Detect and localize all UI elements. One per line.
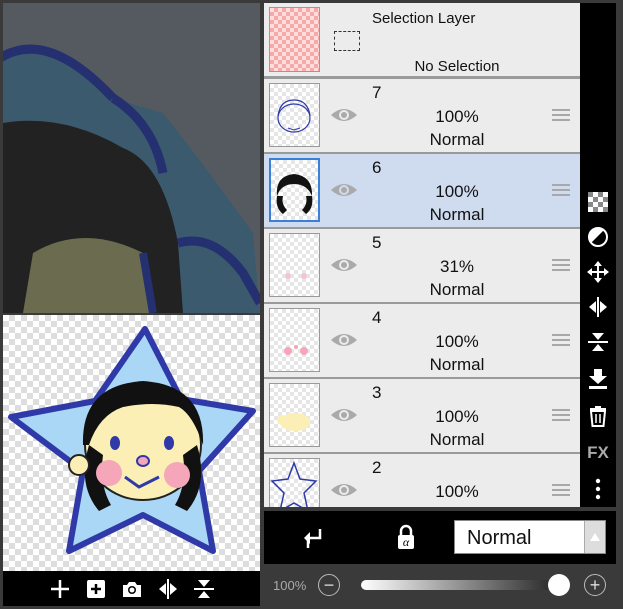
layer-number: 6: [372, 158, 382, 177]
layer-opacity: 31%: [439, 257, 475, 276]
drag-handle-icon[interactable]: [552, 409, 570, 423]
svg-text:α: α: [403, 535, 410, 549]
trash-icon[interactable]: [584, 402, 612, 430]
visibility-eye-icon[interactable]: [330, 255, 358, 275]
flip-horizontal-icon[interactable]: [155, 576, 181, 602]
canvas-artwork: [3, 3, 260, 313]
visibility-eye-icon[interactable]: [330, 330, 358, 350]
add-icon[interactable]: [47, 576, 73, 602]
plus-icon: +: [589, 575, 601, 595]
drag-handle-icon[interactable]: [552, 109, 570, 123]
drag-handle-icon[interactable]: [552, 334, 570, 348]
flip-vertical-icon[interactable]: [191, 576, 217, 602]
layer-row-7[interactable]: 7 100% Normal: [264, 79, 580, 152]
minus-icon: −: [323, 575, 335, 595]
selection-layer-thumbnail: [269, 7, 320, 72]
chevron-up-icon: [584, 521, 605, 553]
selection-layer-title: Selection Layer: [372, 10, 476, 27]
layer-row-4[interactable]: 4 100% Normal: [264, 304, 580, 377]
canvas-view[interactable]: [3, 3, 260, 313]
layer-thumbnail: [269, 383, 320, 447]
opacity-decrease-button[interactable]: −: [318, 574, 340, 596]
visibility-eye-icon[interactable]: [330, 405, 358, 425]
mask-icon[interactable]: [584, 223, 612, 251]
opacity-bar: 100% − +: [264, 566, 616, 606]
layer-thumbnail: [269, 158, 320, 222]
layers-panel: Selection Layer No Selection 7 100% Norm…: [264, 3, 580, 507]
flip-v-icon[interactable]: [584, 328, 612, 356]
opacity-label: 100%: [273, 578, 307, 593]
layer-blend-mode: Normal: [429, 430, 485, 449]
layer-number: 7: [372, 83, 382, 102]
fx-label: FX: [587, 443, 609, 462]
layer-number: 5: [372, 233, 382, 252]
layer-thumbnail: [269, 308, 320, 372]
canvas-preview[interactable]: [3, 315, 260, 571]
visibility-eye-icon[interactable]: [330, 180, 358, 200]
add-layer-icon[interactable]: [83, 576, 109, 602]
visibility-eye-icon[interactable]: [330, 480, 358, 500]
layer-blend-mode: Normal: [429, 205, 485, 224]
move-icon[interactable]: [584, 258, 612, 286]
layer-opacity: 100%: [435, 482, 479, 501]
more-icon[interactable]: [584, 475, 612, 503]
opacity-slider[interactable]: [361, 580, 561, 590]
blend-mode-select[interactable]: Normal: [454, 520, 606, 554]
preview-artwork: [8, 326, 256, 554]
layer-row-2[interactable]: 2 100%: [264, 454, 580, 507]
selection-marquee-icon: [334, 31, 360, 51]
layer-blend-mode: Normal: [429, 355, 485, 374]
layer-tools-column: FX: [580, 3, 616, 507]
visibility-eye-icon[interactable]: [330, 105, 358, 125]
layer-thumbnail: [269, 83, 320, 147]
layer-number: 2: [372, 458, 382, 477]
fx-icon[interactable]: FX: [584, 439, 612, 467]
layer-opacity: 100%: [435, 407, 479, 426]
layer-row-3[interactable]: 3 100% Normal: [264, 379, 580, 452]
opacity-increase-button[interactable]: +: [584, 574, 606, 596]
layer-row-5[interactable]: 5 31% Normal: [264, 229, 580, 302]
layer-opacity: 100%: [435, 332, 479, 351]
layer-number: 4: [372, 308, 382, 327]
blend-mode-value: Normal: [467, 527, 532, 549]
clipping-icon[interactable]: [300, 524, 326, 550]
layer-thumbnail: [269, 458, 320, 507]
merge-down-icon[interactable]: [584, 365, 612, 393]
layer-blend-mode: Normal: [429, 280, 485, 299]
layer-opacity: 100%: [435, 182, 479, 201]
camera-icon[interactable]: [119, 576, 145, 602]
layer-number: 3: [372, 383, 382, 402]
drag-handle-icon[interactable]: [552, 484, 570, 498]
layer-thumbnail: [269, 233, 320, 297]
selection-layer[interactable]: Selection Layer No Selection: [264, 3, 580, 76]
layer-row-6[interactable]: 6 100% Normal: [264, 154, 580, 227]
checker-icon[interactable]: [584, 188, 612, 216]
layer-opacity: 100%: [435, 107, 479, 126]
preview-toolbar: [3, 571, 260, 606]
blend-bar: α Normal: [264, 511, 616, 564]
alpha-lock-icon[interactable]: α: [392, 523, 420, 551]
selection-layer-status: No Selection: [414, 58, 500, 75]
flip-h-icon[interactable]: [584, 293, 612, 321]
drag-handle-icon[interactable]: [552, 184, 570, 198]
drag-handle-icon[interactable]: [552, 259, 570, 273]
opacity-slider-handle[interactable]: [548, 574, 570, 596]
layer-blend-mode: Normal: [429, 130, 485, 149]
